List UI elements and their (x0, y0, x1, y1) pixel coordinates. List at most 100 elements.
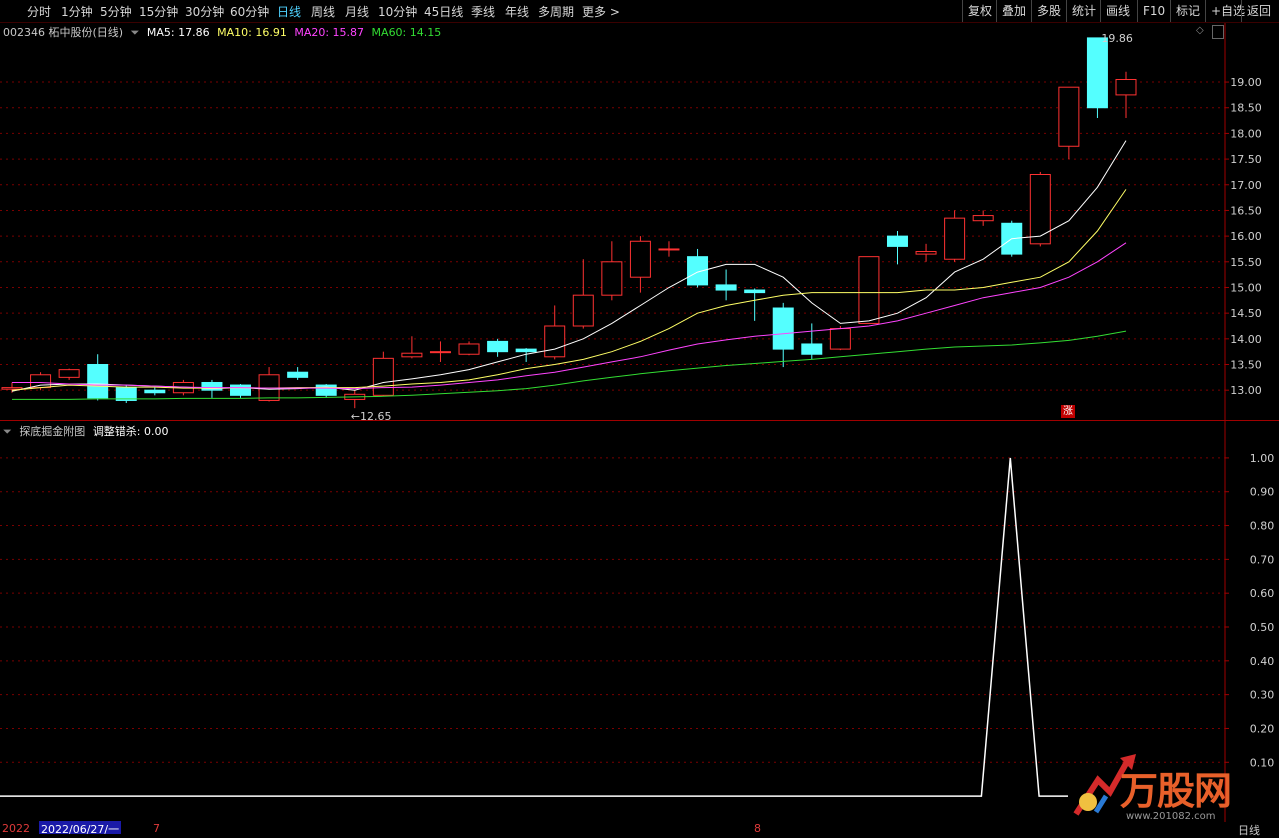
logo-text: 万股网 (1120, 768, 1232, 813)
candle-body (1, 387, 23, 390)
candle-body (772, 307, 794, 350)
tab-6[interactable]: 日线 (277, 3, 301, 20)
candle-body (287, 371, 309, 378)
candle-body (1115, 78, 1137, 96)
y-tick-label: 0.70 (1250, 553, 1275, 566)
tab-9[interactable]: 10分钟 (378, 3, 417, 20)
candle-body (515, 348, 537, 353)
date-axis (0, 822, 1279, 835)
candle-body (658, 248, 680, 251)
candle-body (544, 325, 566, 358)
period-label: 日线 (1238, 824, 1260, 837)
panel-toggle-button[interactable] (1212, 25, 1224, 39)
toolbar-button-6[interactable]: 标记 (1170, 0, 1205, 22)
y-tick-label: 18.50 (1230, 102, 1262, 115)
tab-1[interactable]: 1分钟 (61, 3, 93, 20)
candle-body (372, 357, 394, 396)
candle-body (487, 340, 509, 353)
candle-body (944, 217, 966, 260)
chevron-down-icon[interactable]: ⏷ (131, 26, 140, 39)
candle-body (744, 289, 766, 294)
chevron-down-icon[interactable]: ⏷ (3, 425, 12, 438)
stock-title[interactable]: 002346 柘中股份(日线) (3, 26, 123, 39)
candle-body (801, 343, 823, 355)
month-marker-8: 8 (754, 822, 761, 835)
toolbar-button-0[interactable]: 复权 (962, 0, 997, 22)
tab-14[interactable]: 更多 > (582, 3, 620, 20)
candle-body (30, 374, 52, 389)
tab-12[interactable]: 年线 (505, 3, 529, 20)
y-tick-label: 0.90 (1250, 486, 1275, 499)
y-tick-label: 0.50 (1250, 621, 1275, 634)
toolbar-button-5[interactable]: F10 (1137, 0, 1170, 22)
y-tick-label: 17.50 (1230, 153, 1262, 166)
toolbar-button-2[interactable]: 多股 (1031, 0, 1066, 22)
candle-body (972, 215, 994, 222)
candlestick-chart: 13.00 13.50 14.00 14.50 15.00 15.50 16.00 16.50… (0, 23, 1279, 421)
candle-body (915, 251, 937, 255)
candle-body (572, 294, 594, 327)
tab-13[interactable]: 多周期 (538, 3, 574, 20)
toolbar-button-8[interactable]: 返回 (1241, 0, 1276, 22)
y-tick-label: 18.00 (1230, 127, 1262, 140)
tab-0[interactable]: 分时 (27, 3, 51, 20)
toolbar-button-4[interactable]: 画线 (1100, 0, 1135, 22)
rise-badge: 涨 (1061, 405, 1075, 418)
high-label: 19.86 (1101, 32, 1133, 45)
candle-body (601, 261, 623, 296)
date-axis-year: 2022 (2, 822, 30, 835)
y-tick-label: 13.00 (1230, 384, 1262, 397)
indicator-name[interactable]: 探底掘金附图 (19, 425, 85, 438)
candle-body (629, 240, 651, 278)
y-tick-label: 15.00 (1230, 281, 1262, 294)
candle-body (458, 343, 480, 355)
candle-body (886, 235, 908, 247)
tab-7[interactable]: 周线 (311, 3, 335, 20)
y-tick-label: 16.50 (1230, 204, 1262, 217)
candle-body (144, 389, 166, 394)
ma60-label: MA60: 14.15 (371, 26, 442, 39)
y-tick-label: 19.00 (1230, 76, 1262, 89)
y-tick-label: 16.00 (1230, 230, 1262, 243)
ma5-label: MA5: 17.86 (146, 26, 210, 39)
tab-4[interactable]: 30分钟 (185, 3, 224, 20)
toolbar-button-3[interactable]: 统计 (1066, 0, 1101, 22)
candle-body (858, 256, 880, 324)
tab-5[interactable]: 60分钟 (230, 3, 269, 20)
main-chart-header: 002346 柘中股份(日线) ⏷ MA5: 17.86 MA10: 16.91… (3, 24, 445, 40)
diamond-icon[interactable]: ◇ (1196, 25, 1204, 36)
tab-11[interactable]: 季线 (471, 3, 495, 20)
candle-body (687, 256, 709, 286)
candle-body (1058, 86, 1080, 147)
tab-8[interactable]: 月线 (345, 3, 369, 20)
candle-body (230, 384, 252, 396)
y-tick-label: 0.20 (1250, 722, 1275, 735)
month-marker-7: 7 (153, 822, 160, 835)
y-tick-label: 0.40 (1250, 655, 1275, 668)
y-tick-label: 14.50 (1230, 307, 1262, 320)
y-tick-label: 17.00 (1230, 179, 1262, 192)
sub-chart-header: ⏷ 探底掘金附图 调整错杀: 0.00 (3, 423, 173, 439)
tab-10[interactable]: 45日线 (424, 3, 463, 20)
y-tick-label: 0.80 (1250, 520, 1275, 533)
period-toolbar: 分时 1分钟 5分钟 15分钟 30分钟 60分钟 日线 周线 月线 10分钟 45日线 季线 年线 多周… (0, 0, 1279, 23)
tab-3[interactable]: 15分钟 (139, 3, 178, 20)
ma10-label: MA10: 16.91 (217, 26, 287, 39)
candle-body (715, 284, 737, 291)
tab-2[interactable]: 5分钟 (100, 3, 132, 20)
candle-body (58, 369, 80, 378)
candle-body (87, 364, 109, 399)
indicator-value: 调整错杀: 0.00 (92, 425, 169, 438)
toolbar-button-1[interactable]: 叠加 (996, 0, 1031, 22)
candle-body (1086, 37, 1108, 109)
ma20-label: MA20: 15.87 (294, 26, 365, 39)
candle-body (429, 351, 451, 354)
candle-body (829, 328, 851, 350)
y-tick-label: 15.50 (1230, 256, 1262, 269)
y-tick-label: 0.60 (1250, 587, 1275, 600)
candle-body (315, 384, 337, 396)
y-tick-label: 14.00 (1230, 333, 1262, 346)
candle-body (401, 352, 423, 358)
logo-url: www.201082.com (1126, 811, 1216, 822)
y-tick-label: 13.50 (1230, 359, 1262, 372)
